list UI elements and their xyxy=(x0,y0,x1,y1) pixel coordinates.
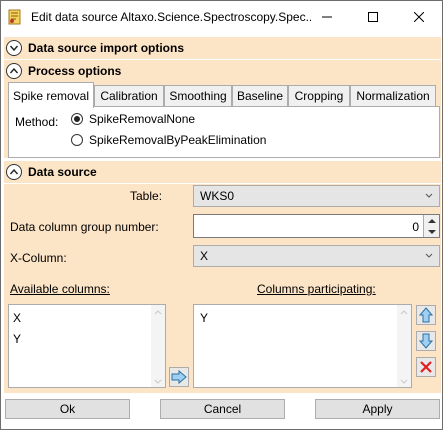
move-up-button[interactable] xyxy=(416,305,436,325)
radio-label: SpikeRemovalNone xyxy=(89,112,196,126)
tab-spike-removal[interactable]: Spike removal xyxy=(8,82,94,108)
available-columns-list[interactable]: X Y xyxy=(8,304,166,388)
list-item[interactable]: Y xyxy=(13,332,21,346)
tab-normalization[interactable]: Normalization xyxy=(350,85,436,107)
add-column-button[interactable] xyxy=(169,367,189,387)
close-button[interactable] xyxy=(396,1,442,33)
group-number-input[interactable]: 0 xyxy=(193,214,440,238)
delete-x-icon xyxy=(420,361,432,373)
spin-down-icon xyxy=(427,229,436,234)
group-number-value: 0 xyxy=(412,220,419,234)
radio-spike-removal-peak-elimination[interactable]: SpikeRemovalByPeakElimination xyxy=(71,133,266,147)
spin-down-button[interactable] xyxy=(423,226,439,237)
ok-button[interactable]: Ok xyxy=(5,399,130,419)
table-label: Table: xyxy=(130,189,163,203)
tab-calibration[interactable]: Calibration xyxy=(94,85,164,107)
chevron-down-icon xyxy=(425,253,433,258)
x-column-value: X xyxy=(200,249,209,263)
available-columns-label: Available columns: xyxy=(10,282,110,296)
participating-columns-list[interactable]: Y xyxy=(193,304,412,388)
arrow-right-icon xyxy=(171,370,187,384)
radio-unselected-icon[interactable] xyxy=(71,134,83,146)
collapse-chevron-icon[interactable] xyxy=(6,63,22,79)
remove-column-button[interactable] xyxy=(416,357,436,377)
title-bar[interactable]: Edit data source Altaxo.Science.Spectros… xyxy=(1,1,442,33)
dialog-content: Data source import options Process optio… xyxy=(2,33,441,429)
table-value: WKS0 xyxy=(200,189,235,203)
tab-baseline[interactable]: Baseline xyxy=(232,85,288,107)
maximize-button[interactable] xyxy=(350,1,396,33)
chevron-down-icon xyxy=(425,193,433,198)
list-item[interactable]: X xyxy=(13,311,21,325)
data-source-label: Data source xyxy=(28,165,97,179)
expand-chevron-icon[interactable] xyxy=(6,40,22,56)
import-options-label: Data source import options xyxy=(28,41,185,55)
tab-smoothing[interactable]: Smoothing xyxy=(164,85,232,107)
dialog-window: Edit data source Altaxo.Science.Spectros… xyxy=(0,0,443,430)
data-source-panel: Table: WKS0 Data column group number: 0 … xyxy=(4,184,441,393)
radio-label: SpikeRemovalByPeakElimination xyxy=(89,133,267,147)
arrow-up-icon xyxy=(419,307,433,323)
data-source-expander[interactable]: Data source xyxy=(4,161,441,183)
apply-button[interactable]: Apply xyxy=(315,399,440,419)
app-icon xyxy=(7,9,23,25)
scroll-arrows-icon xyxy=(154,310,162,384)
group-number-label: Data column group number: xyxy=(10,220,159,234)
x-column-combo[interactable]: X xyxy=(193,245,440,267)
tab-cropping[interactable]: Cropping xyxy=(288,85,350,107)
scroll-arrows-icon xyxy=(400,310,408,384)
spin-up-button[interactable] xyxy=(423,215,439,226)
radio-selected-icon[interactable] xyxy=(71,113,83,125)
minimize-button[interactable] xyxy=(304,1,350,33)
window-title: Edit data source Altaxo.Science.Spectros… xyxy=(31,10,311,24)
collapse-chevron-icon[interactable] xyxy=(6,164,22,180)
arrow-down-icon xyxy=(419,333,433,349)
process-options-panel: Spike removal Calibration Smoothing Base… xyxy=(4,82,441,158)
radio-spike-removal-none[interactable]: SpikeRemovalNone xyxy=(71,112,195,126)
x-column-label: X-Column: xyxy=(10,251,67,265)
maximize-icon xyxy=(368,12,378,22)
process-options-expander[interactable]: Process options xyxy=(4,60,441,82)
list-scrollbar[interactable] xyxy=(397,305,411,387)
list-scrollbar[interactable] xyxy=(151,305,165,387)
import-options-expander[interactable]: Data source import options xyxy=(4,37,441,59)
spin-up-icon xyxy=(427,218,436,223)
process-options-label: Process options xyxy=(28,64,122,78)
move-down-button[interactable] xyxy=(416,331,436,351)
list-item[interactable]: Y xyxy=(200,311,208,325)
table-combo[interactable]: WKS0 xyxy=(193,185,440,207)
method-label: Method: xyxy=(15,115,59,129)
minimize-icon xyxy=(322,16,332,18)
cancel-button[interactable]: Cancel xyxy=(160,399,285,419)
spike-removal-panel: Method: SpikeRemovalNone SpikeRemovalByP… xyxy=(8,106,440,158)
participating-columns-label: Columns participating: xyxy=(257,282,376,296)
close-icon xyxy=(414,12,424,22)
